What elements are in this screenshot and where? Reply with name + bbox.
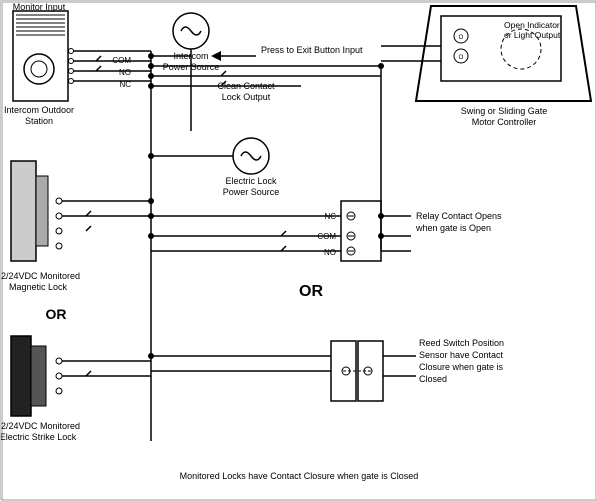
svg-text:Open Indicator: Open Indicator: [504, 20, 560, 30]
svg-text:Closed: Closed: [419, 374, 447, 384]
svg-text:Monitor Input: Monitor Input: [13, 2, 66, 12]
svg-text:12/24VDC Monitored: 12/24VDC Monitored: [1, 271, 80, 281]
svg-text:12/24VDC Monitored: 12/24VDC Monitored: [1, 421, 80, 431]
svg-text:when gate is Open: when gate is Open: [415, 223, 491, 233]
svg-text:O: O: [459, 35, 464, 41]
svg-text:OR: OR: [299, 283, 323, 300]
svg-text:OR: OR: [46, 306, 67, 322]
svg-text:NO: NO: [324, 248, 336, 257]
svg-text:Reed Switch Position: Reed Switch Position: [419, 338, 504, 348]
svg-text:O: O: [459, 55, 464, 61]
svg-text:Sensor have Contact: Sensor have Contact: [419, 350, 504, 360]
svg-text:Press to Exit Button Input: Press to Exit Button Input: [261, 45, 363, 55]
svg-text:COM: COM: [112, 56, 131, 65]
svg-text:NO: NO: [119, 68, 131, 77]
svg-text:Magnetic Lock: Magnetic Lock: [9, 282, 68, 292]
svg-text:Motor Controller: Motor Controller: [472, 117, 537, 127]
svg-text:Power Source: Power Source: [223, 187, 280, 197]
svg-text:Electric Strike Lock: Electric Strike Lock: [1, 432, 77, 442]
svg-text:Electric Lock: Electric Lock: [225, 176, 277, 186]
wiring-diagram: Monitor Input Intercom Outdoor Station I…: [0, 0, 596, 500]
svg-text:NC: NC: [119, 80, 131, 89]
svg-text:or Light Output: or Light Output: [504, 30, 561, 40]
svg-text:Lock Output: Lock Output: [222, 92, 271, 102]
svg-text:Swing or Sliding Gate: Swing or Sliding Gate: [461, 106, 548, 116]
svg-text:Station: Station: [25, 116, 53, 126]
svg-text:Relay Contact Opens: Relay Contact Opens: [416, 211, 502, 221]
svg-text:Closure when gate is: Closure when gate is: [419, 362, 504, 372]
svg-text:Intercom Outdoor: Intercom Outdoor: [4, 105, 74, 115]
svg-text:Monitored Locks have Contact C: Monitored Locks have Contact Closure whe…: [180, 471, 419, 481]
